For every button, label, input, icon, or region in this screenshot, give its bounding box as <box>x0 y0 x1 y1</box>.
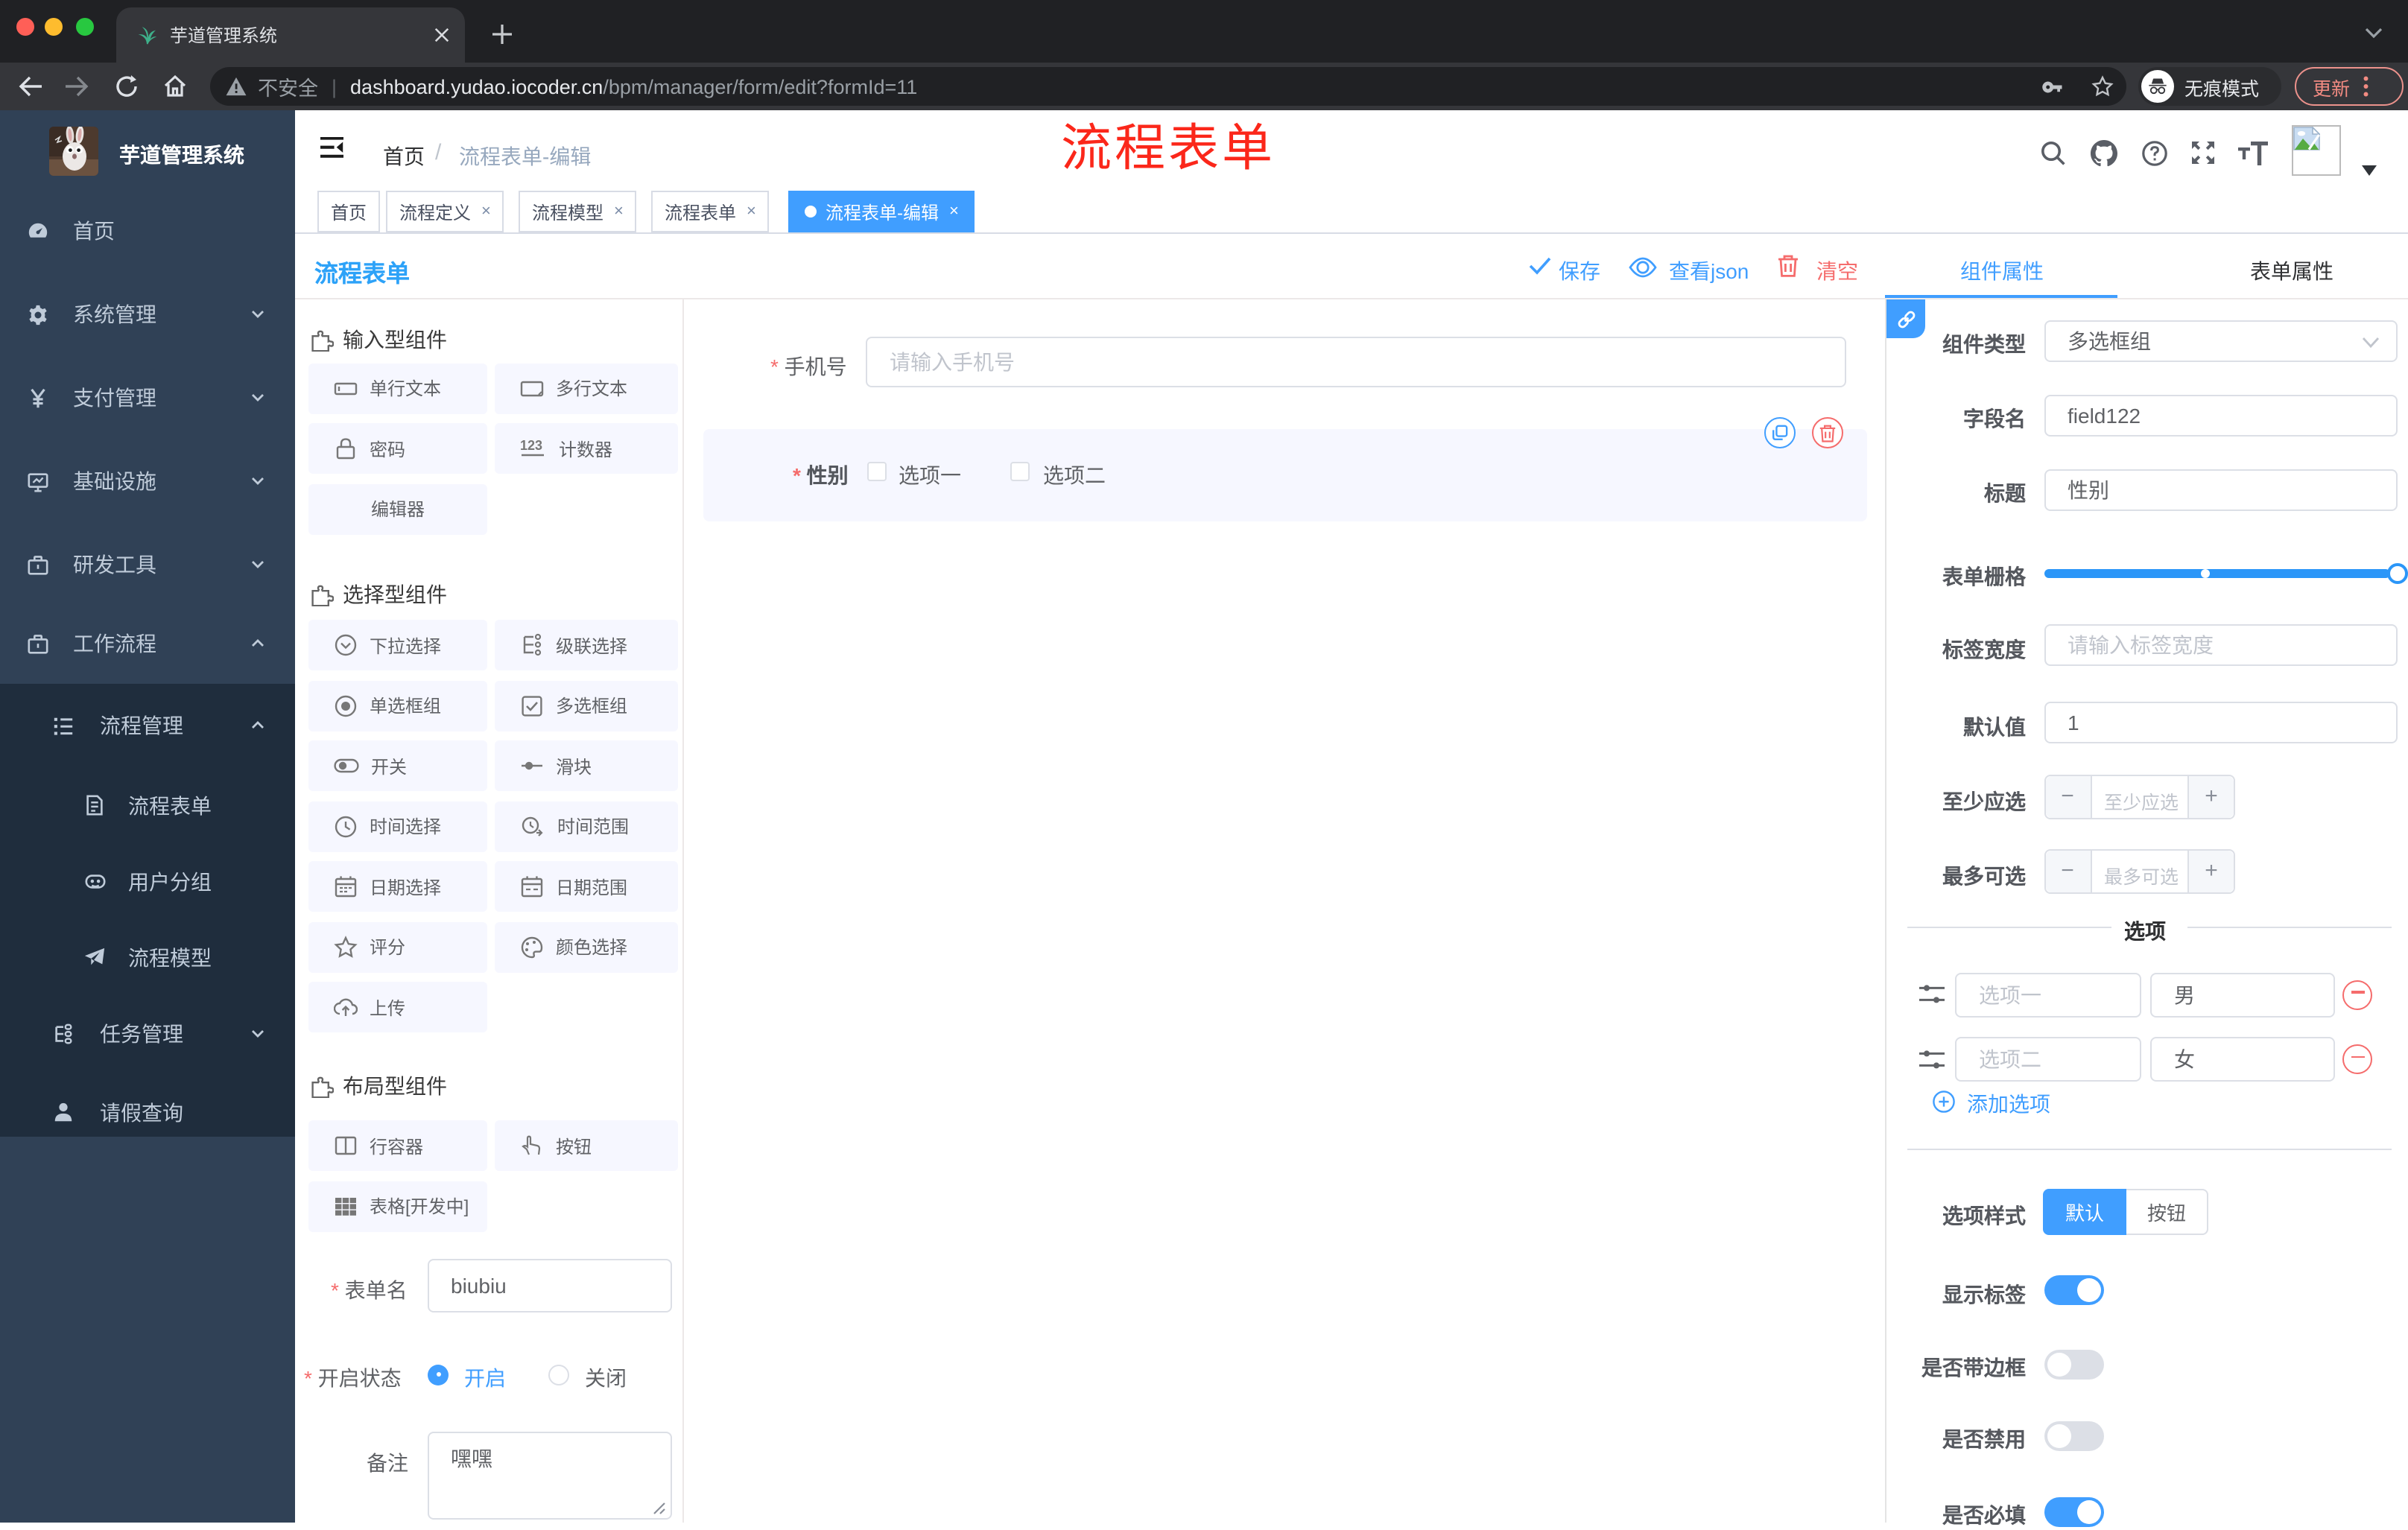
svg-text:123: 123 <box>520 438 542 453</box>
